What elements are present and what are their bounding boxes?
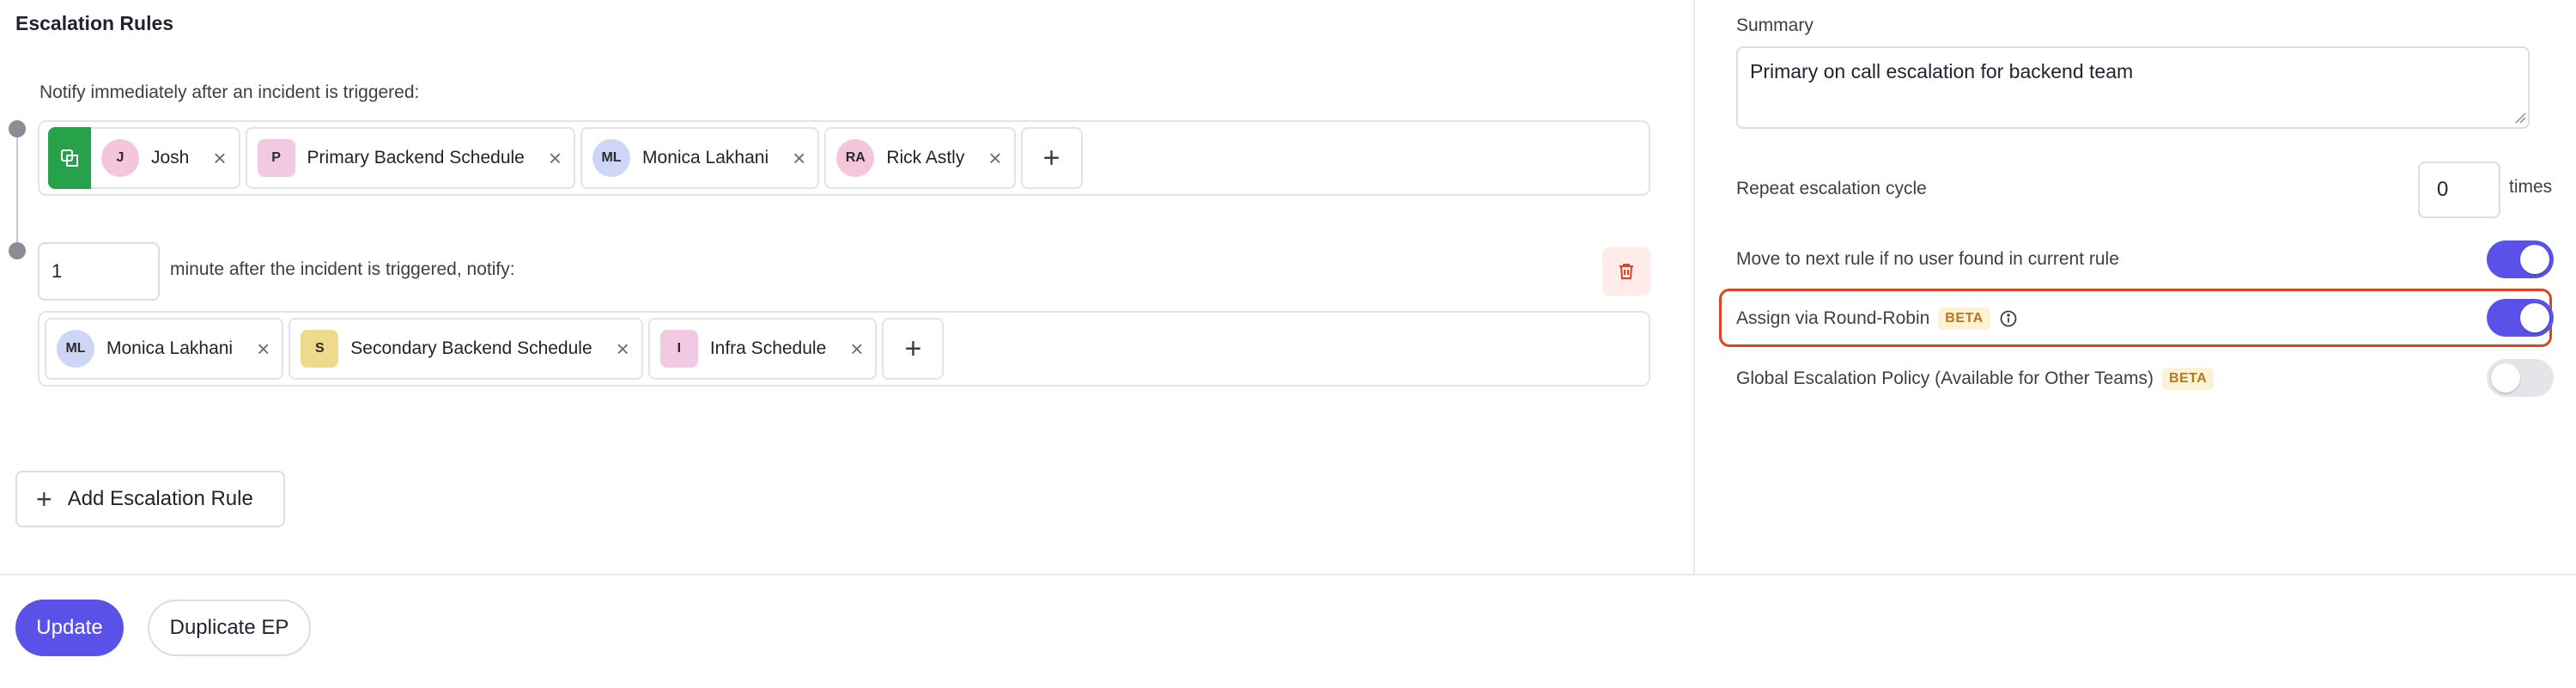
beta-badge: BETA xyxy=(1938,307,1990,330)
avatar: RA xyxy=(836,139,875,177)
rule2-label: minute after the incident is triggered, … xyxy=(170,259,515,279)
minute-delay-input[interactable] xyxy=(38,242,160,301)
info-icon[interactable] xyxy=(1999,309,2018,328)
recipient-name: Monica Lakhani xyxy=(106,338,234,358)
recipient-chip[interactable]: P Primary Backend Schedule × xyxy=(245,127,576,189)
repeat-cycle-input[interactable] xyxy=(2418,161,2500,218)
settings-panel: Summary Primary on call escalation for b… xyxy=(1693,0,2576,574)
add-rule-label: Add Escalation Rule xyxy=(67,487,253,510)
trash-icon xyxy=(1619,264,1633,279)
avatar: ML xyxy=(592,139,631,177)
recipient-name: Monica Lakhani xyxy=(642,148,769,167)
rule1-recipients[interactable]: J Josh × P Primary Backend Schedule × ML… xyxy=(38,120,1650,196)
add-recipient-button[interactable]: + xyxy=(882,318,945,380)
remove-icon[interactable]: × xyxy=(245,338,270,360)
duplicate-ep-button[interactable]: Duplicate EP xyxy=(148,600,311,656)
recipient-chip[interactable]: ML Monica Lakhani × xyxy=(45,318,284,380)
remove-icon[interactable]: × xyxy=(976,147,1001,169)
recipient-chip[interactable]: RA Rick Astly × xyxy=(824,127,1016,189)
add-recipient-button[interactable]: + xyxy=(1020,127,1083,189)
escalation-rules-panel: Escalation Rules Notify immediately afte… xyxy=(0,0,1693,574)
remove-icon[interactable]: × xyxy=(537,147,562,169)
global-policy-label: Global Escalation Policy (Available for … xyxy=(1736,368,2154,388)
remove-icon[interactable]: × xyxy=(838,338,863,360)
summary-label: Summary xyxy=(1736,15,1814,35)
section-title: Escalation Rules xyxy=(15,12,174,34)
remove-icon[interactable]: × xyxy=(781,147,805,169)
round-robin-option: Assign via Round-Robin BETA xyxy=(1736,307,2018,330)
plus-icon: + xyxy=(36,483,52,514)
remove-icon[interactable]: × xyxy=(201,147,226,169)
resize-grip-icon[interactable] xyxy=(2514,112,2526,124)
avatar: P xyxy=(257,139,295,177)
avatar: S xyxy=(301,330,339,368)
global-policy-option: Global Escalation Policy (Available for … xyxy=(1736,368,2215,390)
repeat-cycle-label: Repeat escalation cycle xyxy=(1736,179,1927,198)
recipient-name: Primary Backend Schedule xyxy=(307,148,525,167)
avatar: J xyxy=(101,139,139,177)
recipient-name: Rick Astly xyxy=(886,148,965,167)
timeline-dot xyxy=(9,242,26,259)
remove-icon[interactable]: × xyxy=(605,338,629,360)
footer-bar xyxy=(0,574,2576,688)
recipient-chip[interactable]: I Infra Schedule × xyxy=(647,318,878,380)
recipient-name: Secondary Backend Schedule xyxy=(350,338,592,358)
round-robin-label: Assign via Round-Robin xyxy=(1736,308,1930,328)
recipient-name: Infra Schedule xyxy=(709,338,827,358)
move-next-toggle[interactable] xyxy=(2487,240,2554,278)
recipient-name: Josh xyxy=(151,148,190,167)
beta-badge: BETA xyxy=(2161,368,2215,390)
timeline-line xyxy=(16,137,18,247)
schedule-link-icon[interactable] xyxy=(48,127,91,189)
delete-rule-button[interactable] xyxy=(1602,247,1650,295)
move-next-label: Move to next rule if no user found in cu… xyxy=(1736,249,2119,269)
timeline-dot xyxy=(9,120,26,137)
summary-textarea[interactable]: Primary on call escalation for backend t… xyxy=(1736,46,2530,129)
rule2-recipients[interactable]: ML Monica Lakhani × S Secondary Backend … xyxy=(38,311,1650,387)
avatar: ML xyxy=(57,330,94,368)
recipient-chip[interactable]: S Secondary Backend Schedule × xyxy=(289,318,643,380)
rule1-label: Notify immediately after an incident is … xyxy=(39,82,420,102)
global-policy-toggle[interactable] xyxy=(2487,359,2554,397)
recipient-chip[interactable]: J Josh × xyxy=(91,127,240,189)
recipient-chip[interactable]: ML Monica Lakhani × xyxy=(580,127,820,189)
times-label: times xyxy=(2509,177,2553,197)
add-escalation-rule-button[interactable]: + Add Escalation Rule xyxy=(15,471,285,527)
avatar: I xyxy=(659,330,698,368)
update-button[interactable]: Update xyxy=(15,600,124,656)
round-robin-toggle[interactable] xyxy=(2487,299,2554,337)
